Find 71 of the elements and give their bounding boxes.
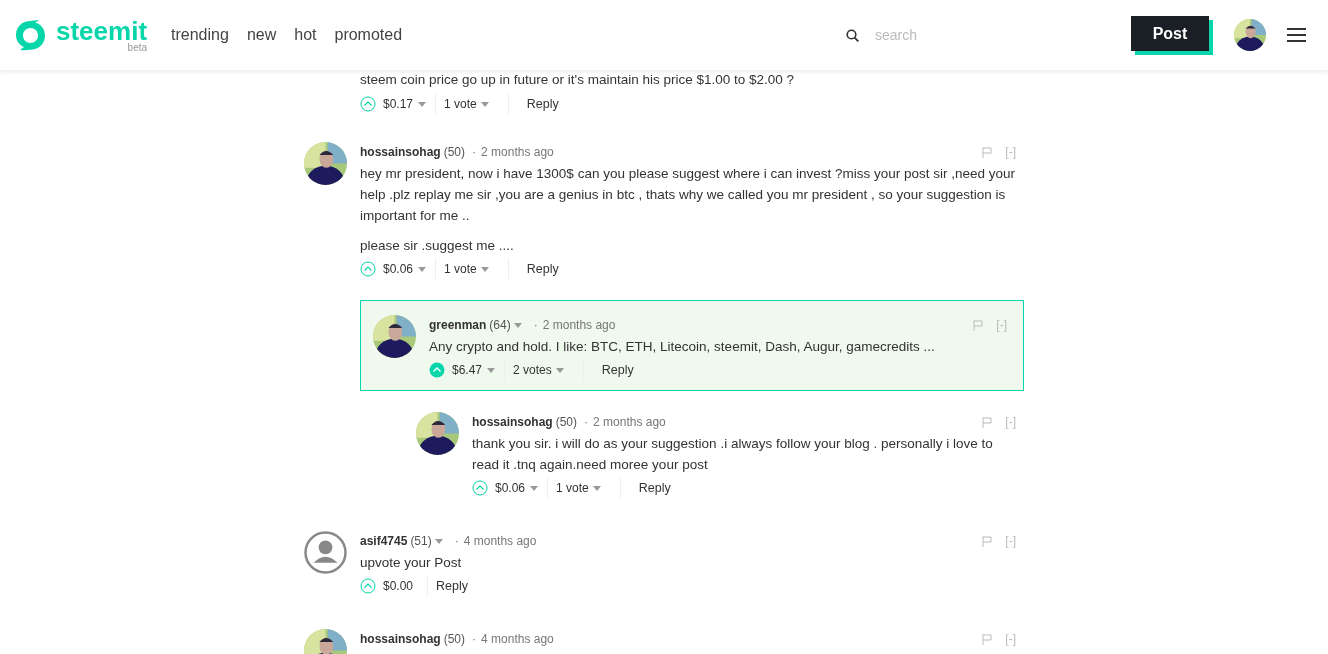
flag-icon[interactable] bbox=[973, 319, 984, 331]
upvote-icon[interactable] bbox=[472, 480, 488, 496]
payout-amount[interactable]: $0.06 bbox=[495, 479, 526, 497]
reply-link[interactable]: Reply bbox=[436, 576, 468, 596]
caret-icon[interactable] bbox=[480, 101, 489, 107]
reply-link[interactable]: Reply bbox=[601, 360, 634, 380]
comment-text: hey mr president, now i have 1300$ can you please suggest where i can invest ?miss your post sir ,need your help .plz replay me sir ,you are a genius in btc , thats why we called you mr president , so your suggestion is important for me .. bbox=[360, 165, 1016, 225]
menu-icon[interactable] bbox=[1287, 27, 1306, 43]
comment-text: thank you sir. i will do as your suggestion .i always follow your blog . personally i love to read it .tnq again.need moree your post bbox=[472, 435, 994, 474]
reply-link[interactable]: Reply bbox=[638, 478, 671, 498]
flag-icon[interactable] bbox=[982, 146, 993, 158]
reply-link[interactable]: Reply bbox=[526, 94, 559, 114]
upvote-icon[interactable] bbox=[429, 362, 445, 378]
post-button[interactable]: Post bbox=[1131, 16, 1209, 51]
search-field[interactable]: search bbox=[875, 24, 1095, 46]
reputation-score: (64) bbox=[489, 317, 511, 334]
caret-icon[interactable] bbox=[418, 266, 427, 272]
upvote-icon[interactable] bbox=[360, 96, 376, 112]
nav-link[interactable]: hot bbox=[294, 23, 317, 47]
author-name[interactable]: hossainsohag bbox=[472, 413, 553, 431]
separator-dot: · bbox=[454, 533, 459, 550]
author-name[interactable]: hossainsohag bbox=[360, 630, 441, 648]
votes-count[interactable]: 1 vote bbox=[444, 260, 477, 278]
nav-link[interactable]: trending bbox=[171, 23, 229, 47]
reputation-score: (50) bbox=[555, 414, 578, 431]
reputation-score: (50) bbox=[443, 631, 466, 648]
nav-link[interactable]: promoted bbox=[334, 23, 403, 47]
flag-icon[interactable] bbox=[982, 633, 993, 645]
logo-icon[interactable] bbox=[14, 18, 47, 52]
payout-amount[interactable]: $0.17 bbox=[383, 95, 414, 113]
upvote-icon[interactable] bbox=[360, 578, 376, 594]
upvote-icon[interactable] bbox=[360, 261, 376, 277]
timestamp-link[interactable]: 2 months ago bbox=[542, 316, 616, 334]
separator-dot: · bbox=[472, 144, 477, 161]
caret-icon[interactable] bbox=[513, 322, 522, 328]
payout-amount[interactable]: $0.06 bbox=[383, 260, 414, 278]
separator-dot: · bbox=[533, 317, 538, 334]
caret-icon[interactable] bbox=[487, 367, 496, 373]
flag-icon[interactable] bbox=[982, 535, 993, 547]
caret-icon[interactable] bbox=[434, 538, 443, 544]
caret-icon[interactable] bbox=[592, 485, 601, 491]
reputation-score: (51) bbox=[410, 533, 432, 550]
user-avatar[interactable] bbox=[1234, 19, 1266, 51]
beta-label: beta bbox=[127, 42, 148, 53]
votes-count[interactable]: 1 vote bbox=[556, 479, 589, 497]
separator-dot: · bbox=[472, 631, 477, 648]
comment-text: steem coin price go up in future or it's maintain his price $1.00 to $2.00 ? bbox=[360, 72, 796, 88]
timestamp-link[interactable]: 2 months ago bbox=[593, 413, 666, 431]
comment-text: please sir .suggest me .... bbox=[360, 237, 515, 255]
nav-link[interactable]: new bbox=[246, 23, 277, 47]
author-name[interactable]: greenman bbox=[429, 316, 487, 334]
caret-icon[interactable] bbox=[418, 101, 427, 107]
reply-link[interactable]: Reply bbox=[526, 259, 559, 279]
caret-icon[interactable] bbox=[480, 266, 489, 272]
reputation-score: (50) bbox=[443, 144, 466, 161]
payout-amount[interactable]: $6.47 bbox=[452, 361, 483, 379]
timestamp-link[interactable]: 2 months ago bbox=[481, 143, 554, 161]
flag-icon[interactable] bbox=[982, 416, 993, 428]
timestamp-link[interactable]: 4 months ago bbox=[481, 630, 554, 648]
caret-icon[interactable] bbox=[555, 367, 564, 373]
author-name[interactable]: asif4745 bbox=[360, 532, 408, 550]
comment-text: Any crypto and hold. I like: BTC, ETH, Litecoin, steemit, Dash, Augur, gamecredits ... bbox=[429, 338, 936, 356]
separator-dot: · bbox=[584, 414, 589, 431]
timestamp-link[interactable]: 4 months ago bbox=[463, 532, 537, 550]
author-name[interactable]: hossainsohag bbox=[360, 143, 441, 161]
comment-text: upvote your Post bbox=[360, 554, 463, 572]
search-icon[interactable] bbox=[846, 28, 859, 42]
votes-count[interactable]: 2 votes bbox=[513, 361, 552, 379]
caret-icon[interactable] bbox=[530, 485, 539, 491]
payout-amount[interactable]: $0.00 bbox=[383, 577, 414, 595]
votes-count[interactable]: 1 vote bbox=[444, 95, 477, 113]
